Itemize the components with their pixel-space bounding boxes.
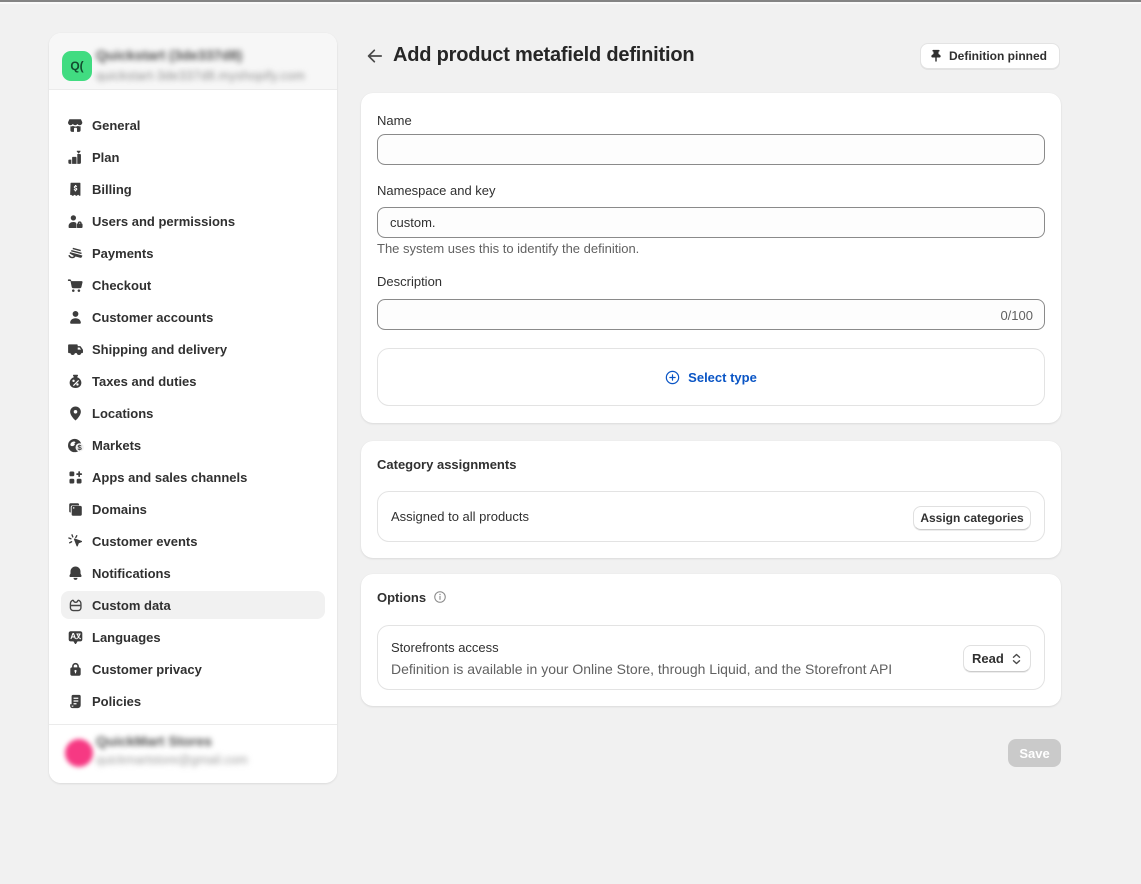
svg-text:$: $ [77,443,82,452]
